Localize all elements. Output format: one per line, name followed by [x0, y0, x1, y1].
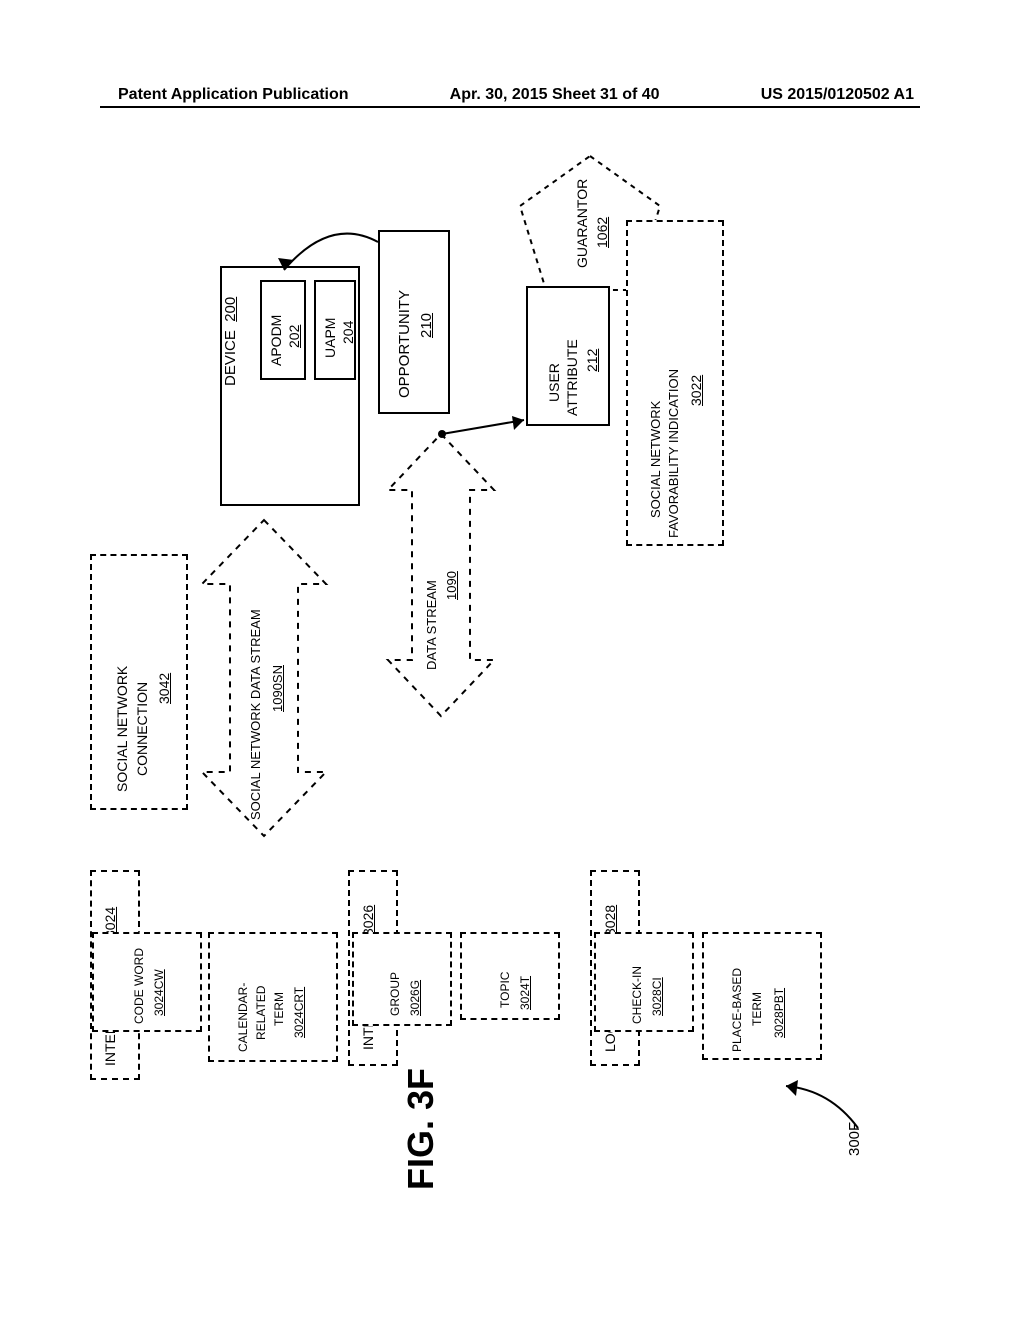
- header-left: Patent Application Publication: [0, 86, 349, 104]
- line-ds-ua: [438, 414, 538, 454]
- opportunity-ref: 210: [418, 313, 435, 338]
- crt-l2: RELATED: [254, 986, 268, 1040]
- cw-ref: 3024CW: [152, 969, 166, 1016]
- user-attribute-label1: USER: [546, 363, 562, 402]
- device-label-row: DEVICE 200: [222, 297, 239, 386]
- fig-callout: 300F: [846, 1122, 863, 1156]
- guarantor-ref: 1062: [594, 217, 610, 248]
- snfi-ref: 3022: [688, 375, 704, 406]
- pbt-l2: TERM: [750, 992, 764, 1026]
- checkin-ref: 3028CI: [650, 977, 664, 1016]
- header-right: US 2015/0120502 A1: [761, 86, 1024, 104]
- pbt-ref: 3028PBT: [772, 988, 786, 1038]
- apodm-label: APODM: [268, 315, 284, 366]
- cw-box: [92, 932, 202, 1032]
- topic-label: TOPIC: [498, 972, 512, 1008]
- snfi-l2: FAVORABILITY INDICATION: [666, 369, 681, 538]
- header-rule: [100, 106, 920, 108]
- figure-diagram: DEVICE 200 /* override: device label sit…: [90, 140, 950, 1220]
- snds-text: SOCIAL NETWORK DATA STREAM: [248, 609, 263, 820]
- crt-l1: CALENDAR-: [236, 983, 250, 1052]
- snds-ref: 1090SN: [270, 665, 285, 712]
- crt-l3: TERM: [272, 992, 286, 1026]
- ds-label: DATA STREAM: [424, 580, 439, 670]
- topic-ref: 3024T: [518, 976, 532, 1010]
- checkin-box: [594, 932, 694, 1032]
- figure-label: FIG. 3F: [400, 1068, 442, 1190]
- snc-l2: CONNECTION: [134, 682, 150, 776]
- snds-label: SOCIAL NETWORK DATA STREAM: [248, 609, 263, 820]
- device-label2: DEVICE: [222, 330, 239, 386]
- group-label: GROUP: [388, 972, 402, 1016]
- apodm-ref: 202: [286, 325, 302, 348]
- uapm-ref: 204: [340, 321, 356, 344]
- guarantor-label: GUARANTOR: [574, 179, 590, 268]
- user-attribute-ref: 212: [584, 349, 600, 372]
- opportunity-label: OPPORTUNITY: [396, 290, 413, 398]
- uapm-label: UAPM: [322, 318, 338, 358]
- ds-ref: 1090: [444, 571, 459, 600]
- ds-arrow-shape: [378, 430, 504, 720]
- snfi-l1: SOCIAL NETWORK: [648, 401, 663, 518]
- snc-ref: 3042: [156, 673, 172, 704]
- snc-l1: SOCIAL NETWORK: [114, 666, 130, 792]
- user-attribute-label2: ATTRIBUTE: [564, 339, 580, 416]
- pbt-l1: PLACE-BASED: [730, 968, 744, 1052]
- device-ref2: 200: [222, 297, 239, 322]
- snds-arrow-shape: [194, 516, 334, 840]
- page-header: Patent Application Publication Apr. 30, …: [0, 86, 1024, 104]
- cw-label: CODE WORD: [132, 948, 146, 1024]
- group-ref: 3026G: [408, 980, 422, 1016]
- group-box: [352, 932, 452, 1026]
- header-mid: Apr. 30, 2015 Sheet 31 of 40: [349, 86, 761, 104]
- curve-opp-device: [270, 228, 400, 298]
- crt-ref: 3024CRT: [292, 987, 306, 1038]
- checkin-label: CHECK-IN: [630, 966, 644, 1024]
- apodm-text: APODM: [268, 315, 284, 366]
